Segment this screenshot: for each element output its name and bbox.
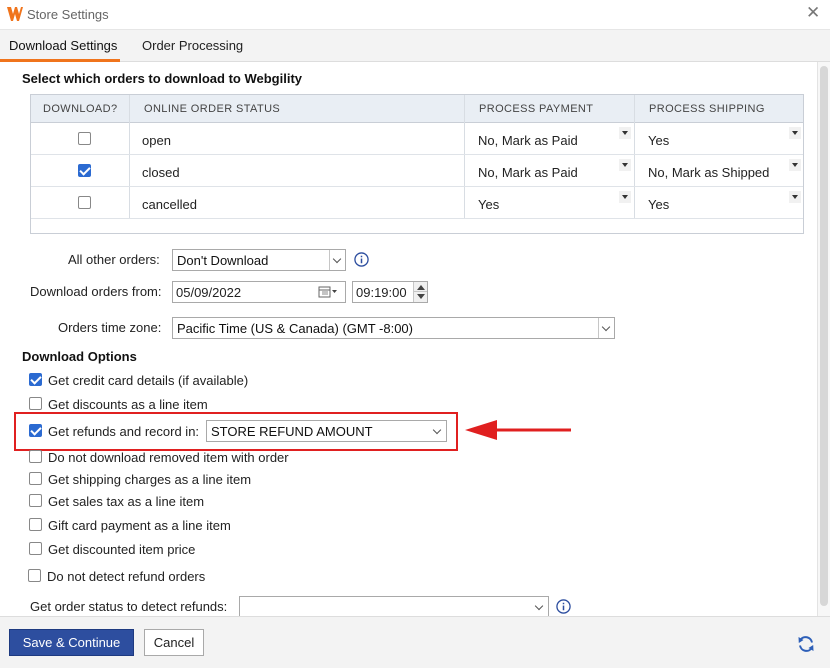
save-continue-button[interactable]: Save & Continue — [9, 629, 134, 656]
calendar-icon[interactable] — [316, 282, 338, 302]
chevron-down-icon — [329, 250, 345, 270]
order-status-cell: cancelled — [142, 197, 197, 212]
all-other-orders-label: All other orders: — [68, 252, 160, 267]
scrollbar-thumb[interactable] — [820, 66, 828, 606]
cancel-button[interactable]: Cancel — [144, 629, 204, 656]
download-checkbox-open[interactable] — [78, 132, 91, 145]
column-header-payment: PROCESS PAYMENT — [479, 103, 594, 115]
refresh-icon[interactable] — [797, 635, 815, 653]
payment-select[interactable]: No, Mark as Paid — [478, 133, 578, 148]
tab-order-processing[interactable]: Order Processing — [142, 38, 243, 53]
discounted-price-checkbox[interactable] — [29, 542, 42, 555]
tab-download-settings[interactable]: Download Settings — [9, 38, 117, 53]
shipping-select[interactable]: Yes — [648, 133, 669, 148]
shipping-select[interactable]: Yes — [648, 197, 669, 212]
shipping-select[interactable]: No, Mark as Shipped — [648, 165, 769, 180]
tab-bar: Download Settings Order Processing — [0, 30, 830, 62]
discounts-label: Get discounts as a line item — [48, 397, 208, 412]
spin-down-icon[interactable] — [417, 294, 425, 299]
table-row: open No, Mark as Paid Yes — [31, 123, 803, 155]
download-from-date-value: 05/09/2022 — [176, 285, 242, 300]
download-from-time-value: 09:19:00 — [356, 285, 407, 300]
download-from-time-input[interactable]: 09:19:00 — [352, 281, 428, 303]
download-from-date-input[interactable]: 05/09/2022 — [172, 281, 346, 303]
column-header-shipping: PROCESS SHIPPING — [649, 103, 765, 115]
detect-refund-checkbox[interactable] — [28, 569, 41, 582]
chevron-down-icon[interactable] — [789, 127, 801, 139]
spinner-divider — [414, 291, 427, 292]
chevron-down-icon — [598, 318, 614, 338]
column-header-download: DOWNLOAD? — [43, 103, 118, 115]
timezone-value: Pacific Time (US & Canada) (GMT -8:00) — [177, 321, 413, 336]
payment-select[interactable]: No, Mark as Paid — [478, 165, 578, 180]
table-header: DOWNLOAD? ONLINE ORDER STATUS PROCESS PA… — [31, 95, 803, 123]
download-checkbox-closed[interactable] — [78, 164, 91, 177]
shipping-charges-checkbox[interactable] — [29, 472, 42, 485]
orders-table: DOWNLOAD? ONLINE ORDER STATUS PROCESS PA… — [30, 94, 804, 234]
sales-tax-label: Get sales tax as a line item — [48, 494, 205, 509]
webgility-logo-icon — [7, 7, 23, 21]
refund-status-label: Get order status to detect refunds: — [30, 599, 228, 614]
credit-card-checkbox[interactable] — [29, 373, 42, 386]
download-options-title: Download Options — [22, 349, 137, 364]
removed-item-checkbox[interactable] — [29, 450, 42, 463]
table-row: closed No, Mark as Paid No, Mark as Ship… — [31, 155, 803, 187]
column-header-status: ONLINE ORDER STATUS — [144, 103, 281, 115]
discounts-checkbox[interactable] — [29, 397, 42, 410]
shipping-charges-label: Get shipping charges as a line item — [48, 472, 252, 487]
payment-select[interactable]: Yes — [478, 197, 499, 212]
annotation-highlight-box — [14, 412, 458, 451]
download-checkbox-cancelled[interactable] — [78, 196, 91, 209]
detect-refund-label: Do not detect refund orders — [47, 569, 206, 584]
gift-card-checkbox[interactable] — [29, 518, 42, 531]
chevron-down-icon — [532, 597, 548, 616]
time-spinner[interactable] — [413, 282, 427, 302]
credit-card-label: Get credit card details (if available) — [48, 373, 249, 388]
order-status-cell: closed — [142, 165, 180, 180]
orders-section-title: Select which orders to download to Webgi… — [22, 71, 303, 86]
all-other-orders-value: Don't Download — [177, 253, 269, 268]
close-icon[interactable]: ✕ — [806, 4, 820, 22]
chevron-down-icon[interactable] — [619, 127, 631, 139]
settings-content: Select which orders to download to Webgi… — [0, 62, 817, 616]
discounted-price-label: Get discounted item price — [48, 542, 196, 557]
sales-tax-checkbox[interactable] — [29, 494, 42, 507]
table-row: cancelled Yes Yes — [31, 187, 803, 219]
annotation-arrow-icon — [465, 420, 571, 440]
info-icon[interactable] — [556, 599, 571, 614]
download-from-label: Download orders from: — [30, 284, 162, 299]
removed-item-label: Do not download removed item with order — [48, 450, 289, 465]
refund-status-select[interactable] — [239, 596, 549, 616]
footer-bar: Save & Continue Cancel — [0, 616, 830, 668]
chevron-down-icon[interactable] — [789, 191, 801, 203]
spin-up-icon[interactable] — [417, 285, 425, 290]
title-bar: Store Settings ✕ — [0, 0, 830, 30]
gift-card-label: Gift card payment as a line item — [48, 518, 231, 533]
info-icon[interactable] — [354, 252, 369, 267]
all-other-orders-select[interactable]: Don't Download — [172, 249, 346, 271]
timezone-select[interactable]: Pacific Time (US & Canada) (GMT -8:00) — [172, 317, 615, 339]
chevron-down-icon[interactable] — [619, 191, 631, 203]
timezone-label: Orders time zone: — [58, 320, 162, 335]
vertical-scrollbar[interactable] — [817, 62, 830, 616]
order-status-cell: open — [142, 133, 171, 148]
chevron-down-icon[interactable] — [619, 159, 631, 171]
chevron-down-icon[interactable] — [789, 159, 801, 171]
window-title: Store Settings — [27, 7, 109, 22]
